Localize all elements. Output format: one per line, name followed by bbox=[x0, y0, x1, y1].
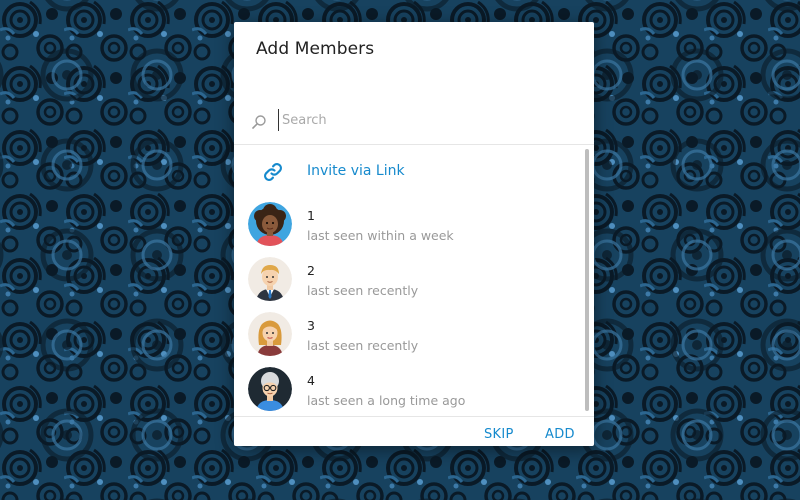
skip-button[interactable]: SKIP bbox=[476, 421, 522, 446]
search-input[interactable] bbox=[278, 109, 572, 131]
member-name: 2 bbox=[307, 263, 315, 278]
dialog-footer: SKIP ADD bbox=[234, 416, 594, 446]
member-row[interactable]: 1 last seen within a week bbox=[234, 197, 584, 252]
member-row[interactable]: 2 last seen recently bbox=[234, 252, 584, 307]
woman-blonde-avatar bbox=[248, 312, 292, 356]
link-icon bbox=[261, 160, 285, 184]
members-list[interactable]: Invite via Link 1 last seen within a wee… bbox=[234, 145, 594, 415]
dialog-title: Add Members bbox=[256, 39, 375, 59]
member-status: last seen within a week bbox=[307, 228, 454, 243]
member-row[interactable]: 4 last seen a long time ago bbox=[234, 362, 584, 415]
member-status: last seen recently bbox=[307, 338, 419, 353]
search-bar bbox=[234, 98, 594, 145]
member-name: 4 bbox=[307, 373, 315, 388]
member-name: 1 bbox=[307, 208, 315, 223]
invite-via-link-button[interactable]: Invite via Link bbox=[234, 145, 584, 197]
member-status: last seen a long time ago bbox=[307, 393, 466, 408]
scrollbar[interactable] bbox=[585, 149, 589, 411]
older-woman-glasses-avatar bbox=[248, 367, 292, 411]
search-icon bbox=[251, 114, 267, 130]
woman-curly-hair-avatar bbox=[248, 202, 292, 246]
invite-label: Invite via Link bbox=[307, 163, 405, 179]
member-name: 3 bbox=[307, 318, 315, 333]
member-status: last seen recently bbox=[307, 283, 419, 298]
man-blonde-tie-avatar bbox=[248, 257, 292, 301]
member-row[interactable]: 3 last seen recently bbox=[234, 307, 584, 362]
add-button[interactable]: ADD bbox=[537, 421, 583, 446]
add-members-dialog: Add Members Invite via Link bbox=[234, 22, 594, 446]
